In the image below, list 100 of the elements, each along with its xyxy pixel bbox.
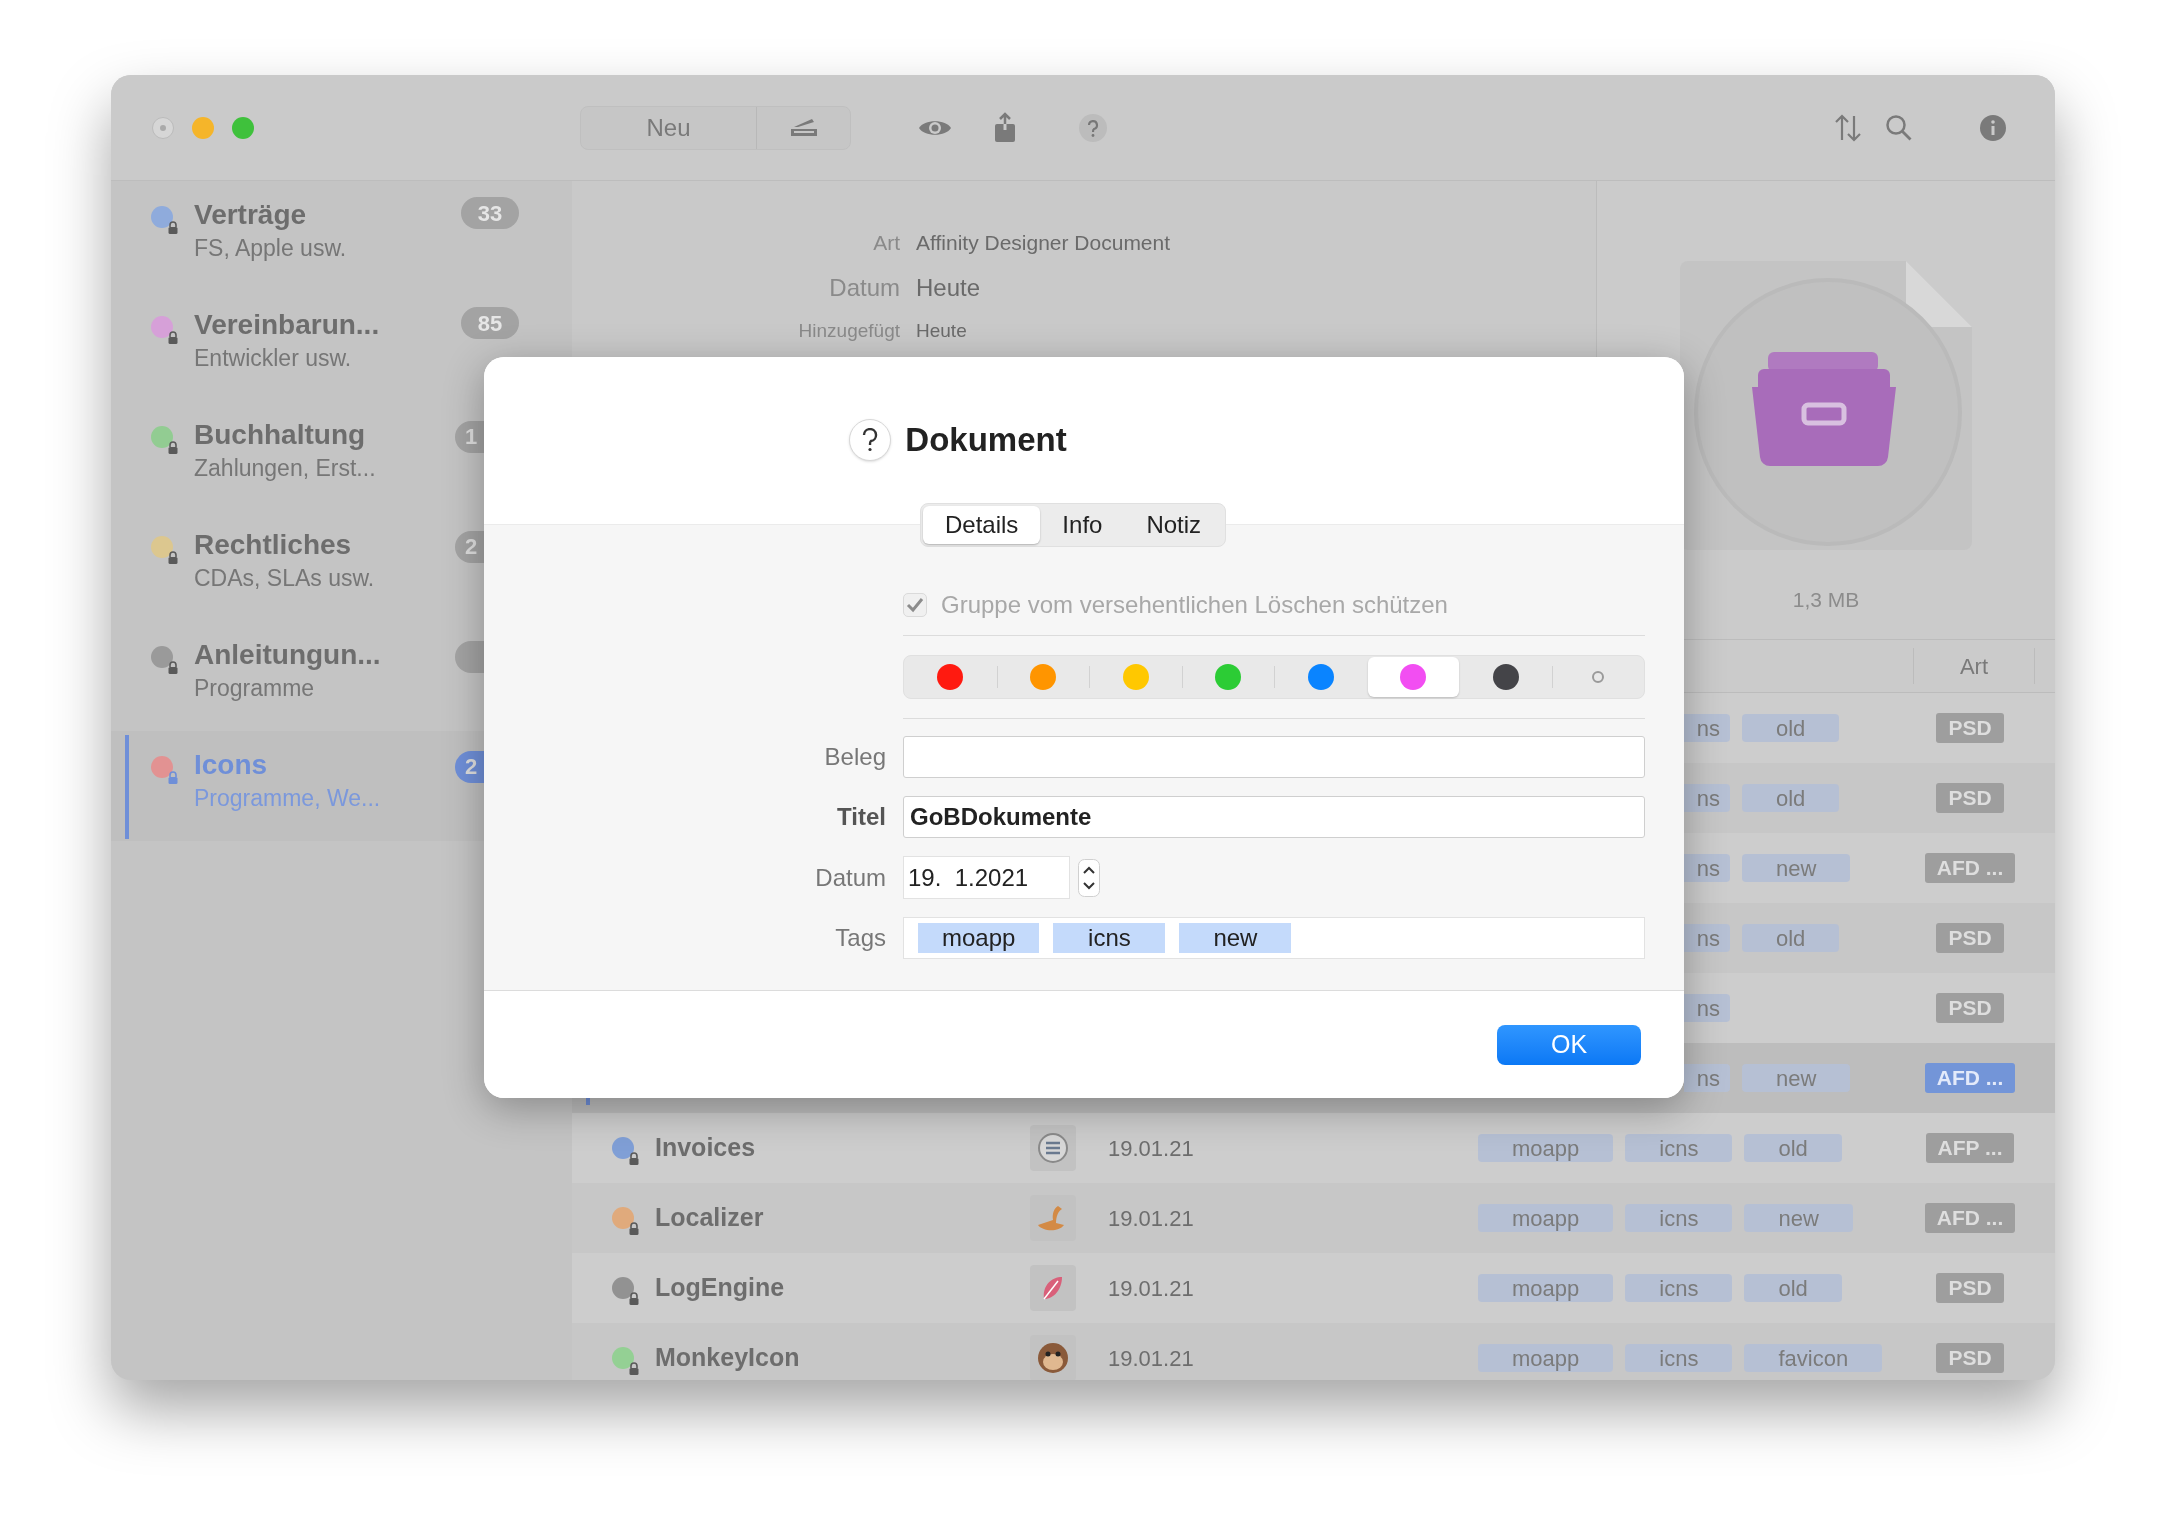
detail-value: Affinity Designer Document bbox=[916, 230, 1171, 256]
type-badge: PSD bbox=[1936, 713, 2004, 743]
lock-icon bbox=[167, 441, 179, 454]
tag: new bbox=[1742, 854, 1851, 882]
leaf-icon bbox=[1030, 1265, 1076, 1311]
tag: new bbox=[1179, 923, 1292, 953]
ok-button[interactable]: OK bbox=[1497, 1024, 1641, 1065]
item-name: Invoices bbox=[655, 1132, 756, 1164]
text-field[interactable]: GoBDokumente bbox=[903, 796, 1645, 838]
tag: new bbox=[1742, 1064, 1851, 1092]
tag: old bbox=[1744, 1274, 1842, 1302]
field-label: Datum bbox=[814, 862, 886, 893]
help-icon[interactable] bbox=[1078, 112, 1108, 143]
tag: icns bbox=[1053, 923, 1166, 953]
lock-icon bbox=[167, 551, 179, 564]
group-subtitle: Zahlungen, Erst... bbox=[194, 454, 377, 483]
count-badge: 2 bbox=[455, 751, 485, 783]
monkey-icon bbox=[1030, 1335, 1076, 1380]
date-cell-text: 19.01.21 bbox=[1107, 1204, 1195, 1233]
tags-field[interactable]: moapp icns new bbox=[903, 917, 1645, 959]
type-badge: PSD bbox=[1936, 1343, 2004, 1373]
close-button[interactable] bbox=[152, 116, 174, 139]
date-field[interactable]: 19. 1.2021 bbox=[903, 856, 1070, 899]
tag: ns bbox=[1684, 854, 1730, 882]
tag: ns bbox=[1684, 784, 1730, 812]
type-badge: AFD ... bbox=[1924, 1203, 2016, 1233]
tag: icns bbox=[1625, 1274, 1733, 1302]
sidebar-item[interactable]: Vereinbarun... Entwickler usw. 85 bbox=[111, 291, 572, 401]
count-badge: 85 bbox=[461, 307, 519, 339]
tag: ns bbox=[1684, 714, 1730, 742]
item-name: LogEngine bbox=[655, 1272, 785, 1304]
tab[interactable]: Info bbox=[1040, 506, 1125, 544]
lock-icon bbox=[167, 221, 179, 234]
help-button[interactable] bbox=[849, 418, 892, 461]
column-header[interactable]: Art bbox=[1914, 648, 2035, 684]
type-badge: PSD bbox=[1936, 923, 2004, 953]
tag: ns bbox=[1684, 924, 1730, 952]
table-row[interactable]: MonkeyIcon 19.01.21 moapp icns favicon PSD bbox=[572, 1323, 2055, 1380]
field-label: Tags bbox=[834, 923, 886, 953]
group-title: Rechtliches bbox=[194, 528, 353, 562]
group-subtitle: Entwickler usw. bbox=[194, 344, 353, 373]
color-option[interactable] bbox=[1367, 657, 1459, 697]
group-title: Icons bbox=[194, 748, 269, 782]
group-title: Verträge bbox=[194, 198, 308, 232]
field-label: Titel bbox=[836, 802, 886, 832]
item-name: MonkeyIcon bbox=[655, 1342, 800, 1374]
lock-icon bbox=[628, 1362, 640, 1375]
group-subtitle: FS, Apple usw. bbox=[194, 234, 348, 263]
group-title: Buchhaltung bbox=[194, 418, 367, 452]
tag: old bbox=[1742, 714, 1840, 742]
type-badge: AFD ... bbox=[1924, 1063, 2016, 1093]
tag: icns bbox=[1625, 1134, 1733, 1162]
tag: new bbox=[1744, 1204, 1853, 1232]
tag: moapp bbox=[1478, 1134, 1614, 1162]
group-title: Vereinbarun... bbox=[194, 308, 381, 342]
tag: moapp bbox=[1478, 1344, 1614, 1372]
tag: ns bbox=[1684, 994, 1730, 1022]
sidebar-item[interactable]: Verträge FS, Apple usw. 33 bbox=[111, 181, 572, 291]
type-badge: AFD ... bbox=[1924, 853, 2016, 883]
dialog-title: Dokument bbox=[905, 420, 1067, 460]
sort-icon[interactable] bbox=[1833, 113, 1863, 142]
table-row[interactable]: Localizer 19.01.21 moapp icns new AFD ... bbox=[572, 1183, 2055, 1253]
detail-label: Datum bbox=[828, 272, 900, 303]
lock-icon bbox=[628, 1152, 640, 1165]
type-badge: PSD bbox=[1936, 783, 2004, 813]
checkmark-icon bbox=[906, 597, 924, 613]
group-subtitle: Programme bbox=[194, 674, 316, 703]
detail-value: Heute bbox=[916, 272, 981, 303]
group-title: Anleitungun... bbox=[194, 638, 382, 672]
detail-label: Art bbox=[872, 230, 900, 256]
tab[interactable]: Notiz bbox=[1124, 506, 1224, 544]
date-cell-text: 19.01.21 bbox=[1107, 1134, 1195, 1163]
new-button[interactable]: Neu bbox=[581, 106, 757, 149]
lock-icon bbox=[628, 1292, 640, 1305]
stepper-control[interactable] bbox=[1078, 858, 1100, 897]
share-icon[interactable] bbox=[992, 111, 1018, 144]
item-name: Localizer bbox=[655, 1202, 764, 1234]
tag: old bbox=[1742, 784, 1840, 812]
group-subtitle: Programme, We... bbox=[194, 784, 382, 813]
bird-icon bbox=[1030, 1195, 1076, 1241]
text-field[interactable] bbox=[903, 736, 1645, 778]
count-badge: 33 bbox=[461, 197, 519, 229]
lock-icon bbox=[628, 1222, 640, 1235]
tag: old bbox=[1742, 924, 1840, 952]
info-icon[interactable] bbox=[1979, 113, 2007, 142]
tag: favicon bbox=[1744, 1344, 1883, 1372]
checkbox-label: Gruppe vom versehentlichen Löschen schützen bbox=[941, 590, 1448, 620]
date-cell-text: 19.01.21 bbox=[1107, 1274, 1195, 1303]
tab[interactable]: Details bbox=[923, 506, 1041, 544]
scanner-icon bbox=[788, 116, 819, 139]
lock-icon bbox=[167, 771, 179, 784]
date-cell-text: 19.01.21 bbox=[1107, 1344, 1195, 1373]
help-icon bbox=[862, 427, 879, 452]
search-icon[interactable] bbox=[1885, 113, 1913, 142]
no-color-icon bbox=[1592, 671, 1605, 683]
lock-icon bbox=[167, 661, 179, 674]
type-badge: PSD bbox=[1936, 993, 2004, 1023]
sidebar-item[interactable]: Anleitungun... Programme bbox=[111, 621, 572, 731]
zoom-button[interactable] bbox=[232, 116, 254, 139]
tag: moapp bbox=[1478, 1274, 1614, 1302]
